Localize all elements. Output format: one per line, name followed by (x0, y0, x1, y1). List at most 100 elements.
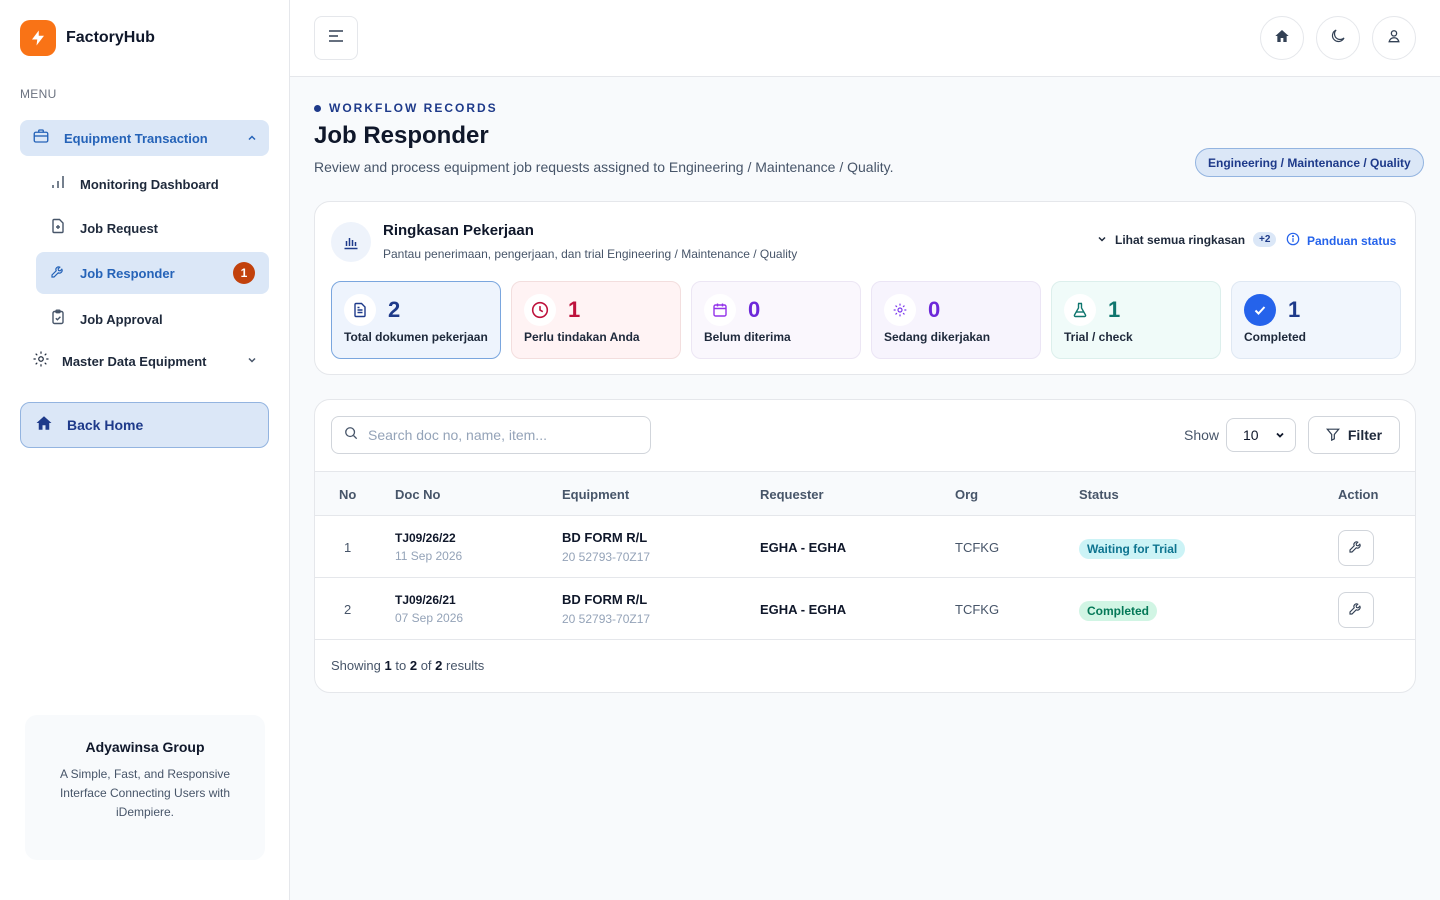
column-header[interactable]: Org (955, 487, 978, 502)
stat-card-in-progress[interactable]: 0 Sedang dikerjakan (871, 281, 1041, 359)
check-icon (1244, 294, 1276, 326)
brand-name: FactoryHub (66, 29, 155, 46)
briefcase-icon (32, 127, 50, 150)
chevron-down-icon (247, 352, 257, 370)
stat-value: 1 (1288, 297, 1301, 322)
search-input[interactable] (368, 427, 638, 443)
show-label: Show (1184, 427, 1220, 443)
requester: EGHA - EGHA (760, 540, 847, 555)
table-row[interactable]: 1 TJ09/26/22 11 Sep 2026 BD FORM R/L 20 … (315, 516, 1415, 578)
lightning-icon (20, 20, 56, 56)
back-home-label: Back Home (67, 417, 144, 433)
stat-value: 0 (748, 297, 761, 322)
summary-card: Ringkasan Pekerjaan Pantau penerimaan, p… (314, 201, 1416, 375)
process-button[interactable] (1338, 530, 1374, 566)
table-row[interactable]: 2 TJ09/26/21 07 Sep 2026 BD FORM R/L 20 … (315, 578, 1415, 640)
stat-card-total[interactable]: 2 Total dokumen pekerjaan (331, 281, 501, 359)
stat-card-completed[interactable]: 1 Completed (1231, 281, 1401, 359)
column-header[interactable]: Status (1079, 487, 1119, 502)
requester: EGHA - EGHA (760, 602, 847, 617)
filter-button[interactable]: Filter (1308, 416, 1400, 454)
stat-card-action-needed[interactable]: 1 Perlu tindakan Anda (511, 281, 681, 359)
status-badge: Waiting for Trial (1079, 539, 1186, 559)
back-home-button[interactable]: Back Home (20, 402, 269, 448)
doc-date: 07 Sep 2026 (395, 611, 464, 625)
page-title: Job Responder (314, 122, 489, 149)
sidebar-item-job-request[interactable]: Job Request (36, 207, 269, 249)
doc-date: 11 Sep 2026 (395, 549, 463, 563)
table-card: Show 10 Filter No Doc No Equipment Reque… (314, 399, 1416, 693)
flask-icon (1064, 294, 1096, 326)
stat-value: 0 (928, 297, 941, 322)
company-name: Adyawinsa Group (85, 739, 205, 755)
showing-to-word: to (395, 658, 407, 673)
showing-of-word: of (420, 658, 432, 673)
home-icon (1274, 28, 1290, 49)
column-header[interactable]: Equipment (562, 487, 629, 502)
menu-icon (328, 29, 344, 48)
wrench-icon (50, 263, 66, 284)
user-icon (1387, 29, 1401, 48)
process-button[interactable] (1338, 592, 1374, 628)
page-subtitle: Review and process equipment job request… (314, 159, 894, 175)
brand[interactable]: FactoryHub (20, 20, 155, 56)
nav-group-master-data-equipment[interactable]: Master Data Equipment (20, 344, 269, 378)
search-icon (344, 426, 358, 445)
org: TCFKG (955, 540, 1000, 555)
column-header[interactable]: No (339, 487, 356, 502)
stat-label: Total dokumen pekerjaan (344, 330, 488, 344)
equipment-code: 20 52793-70Z17 (562, 612, 651, 626)
moon-icon (1329, 27, 1347, 50)
sidebar-item-job-approval[interactable]: Job Approval (36, 298, 269, 340)
stat-value: 1 (568, 297, 581, 322)
sidebar-item-job-responder[interactable]: Job Responder 1 (36, 252, 269, 294)
stat-card-trial[interactable]: 1 Trial / check (1051, 281, 1221, 359)
doc-no[interactable]: TJ09/26/22 (395, 531, 456, 545)
equipment-name: BD FORM R/L (562, 530, 648, 545)
page-size-value: 10 (1243, 427, 1259, 443)
user-menu-button[interactable] (1372, 16, 1416, 60)
see-all-count-badge: +2 (1253, 232, 1277, 247)
table-header: No Doc No Equipment Requester Org Status… (315, 471, 1415, 516)
menu-toggle-button[interactable] (314, 16, 358, 60)
page-size-select[interactable]: 10 (1226, 418, 1296, 452)
column-header[interactable]: Requester (760, 487, 824, 502)
filter-label: Filter (1347, 427, 1383, 443)
sidebar-item-monitoring-dashboard[interactable]: Monitoring Dashboard (36, 163, 269, 205)
search-box[interactable] (331, 416, 651, 454)
menu-label: MENU (20, 87, 57, 101)
showing-from: 1 (384, 658, 392, 673)
gear-icon (884, 294, 916, 326)
stat-label: Belum diterima (704, 330, 791, 344)
sidebar-item-label: Job Request (80, 220, 159, 236)
home-icon (35, 414, 53, 437)
column-header[interactable]: Action (1338, 487, 1378, 502)
status-badge: Completed (1079, 601, 1158, 621)
showing-suffix: results (446, 658, 485, 673)
equipment-name: BD FORM R/L (562, 592, 648, 607)
clipboard-check-icon (50, 309, 66, 330)
document-icon (344, 294, 376, 326)
row-number: 1 (344, 540, 352, 555)
stat-card-not-received[interactable]: 0 Belum diterima (691, 281, 861, 359)
see-all-label: Lihat semua ringkasan (1115, 232, 1246, 247)
file-plus-icon (50, 218, 66, 239)
column-header[interactable]: Doc No (395, 487, 441, 502)
stat-label: Sedang dikerjakan (884, 330, 991, 344)
chevron-up-icon (247, 133, 257, 143)
dark-mode-toggle[interactable] (1316, 16, 1360, 60)
nav-group-label: Master Data Equipment (62, 353, 207, 369)
sidebar: FactoryHub MENU Equipment Transaction Mo… (0, 0, 290, 900)
bar-chart-icon (331, 222, 371, 262)
stat-value: 2 (388, 297, 401, 322)
chevron-down-icon (1097, 233, 1107, 247)
see-all-summary-button[interactable]: Lihat semua ringkasan +2 (1097, 232, 1277, 247)
org: TCFKG (955, 602, 1000, 617)
doc-no[interactable]: TJ09/26/21 (395, 593, 456, 607)
row-number: 2 (344, 602, 352, 617)
nav-group-equipment-transaction[interactable]: Equipment Transaction (20, 120, 269, 156)
eyebrow-dot (314, 104, 321, 112)
home-button[interactable] (1260, 16, 1304, 60)
status-guide-link[interactable]: Panduan status (1286, 232, 1396, 249)
company-description: A Simple, Fast, and Responsive Interface… (59, 767, 231, 819)
